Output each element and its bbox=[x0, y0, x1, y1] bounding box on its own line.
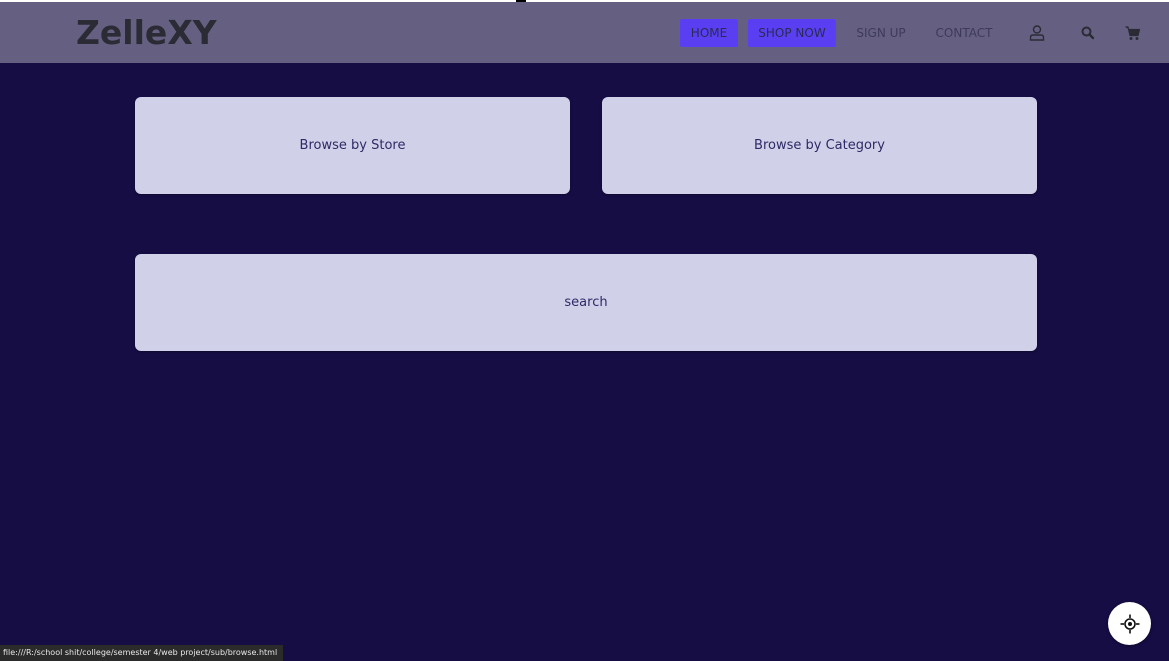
browse-by-category-button[interactable]: Browse by Category bbox=[602, 97, 1037, 194]
nav-contact-link[interactable]: CONTACT bbox=[930, 19, 998, 47]
search-icon[interactable] bbox=[1079, 24, 1097, 42]
nav-home-button[interactable]: HOME bbox=[680, 19, 738, 47]
browse-by-store-button[interactable]: Browse by Store bbox=[135, 97, 570, 194]
status-bar-url: file:///R:/school shit/college/semester … bbox=[0, 645, 284, 661]
logo[interactable]: ZelleXY bbox=[76, 14, 217, 52]
browse-by-store-label: Browse by Store bbox=[299, 138, 406, 153]
locate-button[interactable] bbox=[1108, 602, 1151, 645]
browse-by-category-label: Browse by Category bbox=[754, 138, 885, 153]
navbar: ZelleXY HOME SHOP NOW SIGN UP CONTACT bbox=[0, 2, 1169, 63]
search-label: search bbox=[564, 295, 608, 310]
cart-icon[interactable] bbox=[1124, 24, 1142, 42]
nav-shop-now-button[interactable]: SHOP NOW bbox=[748, 19, 836, 47]
page: ZelleXY HOME SHOP NOW SIGN UP CONTACT Br… bbox=[0, 0, 1169, 661]
user-icon[interactable] bbox=[1028, 24, 1046, 42]
locate-icon bbox=[1120, 614, 1139, 633]
search-button[interactable]: search bbox=[135, 254, 1037, 351]
nav-sign-up-link[interactable]: SIGN UP bbox=[852, 19, 910, 47]
